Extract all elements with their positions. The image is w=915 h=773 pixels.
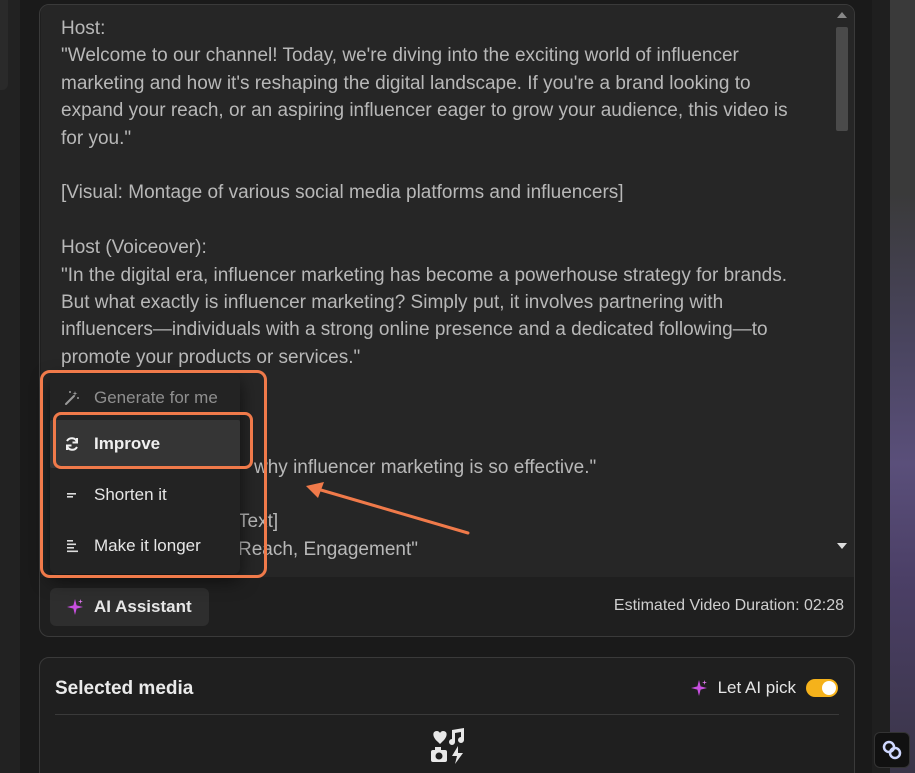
- script-line: ​: [61, 207, 814, 234]
- short-lines-icon: [64, 487, 80, 503]
- scroll-thumb[interactable]: [836, 27, 848, 131]
- sparkle-icon: [67, 599, 83, 615]
- let-ai-pick-label: Let AI pick: [717, 678, 796, 697]
- toggle-knob: [822, 681, 836, 695]
- menu-item-improve[interactable]: Improve: [50, 420, 240, 468]
- script-line: "In the digital era, influencer marketin…: [61, 264, 793, 368]
- menu-item-label: Make it longer: [94, 536, 201, 555]
- ai-assistant-label: AI Assistant: [94, 597, 192, 616]
- refresh-icon: [64, 436, 80, 452]
- menu-item-generate[interactable]: Generate for me: [50, 374, 240, 422]
- script-scrollbar[interactable]: [832, 5, 854, 577]
- script-line: ​: [61, 152, 814, 179]
- annotation-arrow-icon: [306, 482, 470, 535]
- let-ai-pick: Let AI pick: [690, 678, 838, 698]
- right-panel-edge: [872, 0, 915, 773]
- scroll-up-icon[interactable]: [837, 12, 847, 18]
- menu-item-make-longer[interactable]: Make it longer: [50, 522, 240, 570]
- media-divider: [55, 714, 839, 715]
- script-line: [Visual: Montage of various social media…: [61, 182, 624, 204]
- sparkle-icon: [690, 680, 707, 696]
- ai-assistant-button[interactable]: AI Assistant: [50, 588, 209, 626]
- script-line: Host (Voiceover):: [61, 237, 207, 259]
- link-icon[interactable]: [874, 732, 910, 768]
- scroll-down-icon[interactable]: [837, 543, 847, 549]
- let-ai-pick-toggle[interactable]: [806, 679, 838, 697]
- menu-item-label: Improve: [94, 434, 161, 453]
- magic-wand-icon: [64, 390, 80, 406]
- menu-item-label: Shorten it: [94, 485, 167, 504]
- menu-item-label: Generate for me: [94, 388, 218, 407]
- left-panel-nub: [0, 0, 8, 90]
- script-line: Host:: [61, 18, 106, 39]
- right-panel-gap: [872, 0, 890, 773]
- selected-media-card: Selected media Let AI pick: [39, 657, 855, 773]
- menu-item-shorten[interactable]: Shorten it: [50, 471, 240, 519]
- long-lines-icon: [64, 538, 80, 554]
- script-line: "Welcome to our channel! Today, we're di…: [61, 45, 793, 149]
- selected-media-title: Selected media: [55, 678, 194, 699]
- estimated-duration: Estimated Video Duration: 02:28: [613, 597, 844, 614]
- left-panel-edge: [0, 0, 20, 773]
- ai-assistant-menu: Generate for me Improve Shorten it Make …: [50, 374, 240, 574]
- media-types-icon: [431, 728, 464, 764]
